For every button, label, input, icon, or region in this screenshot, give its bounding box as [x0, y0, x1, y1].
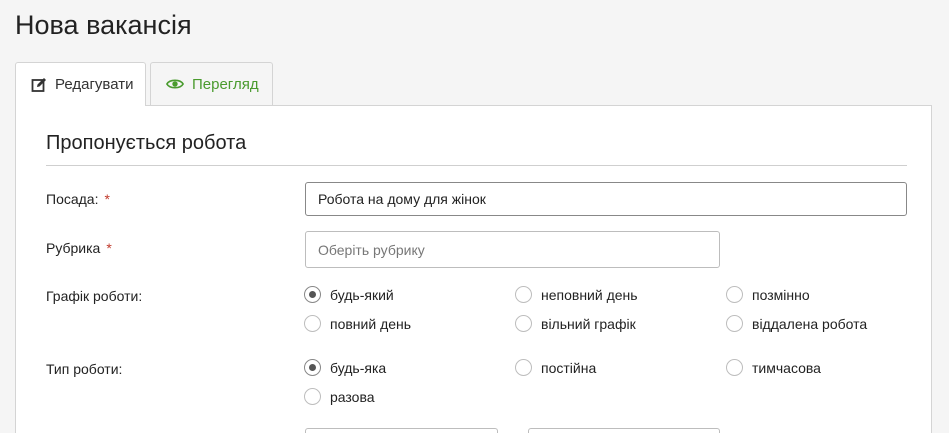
radio-unchecked[interactable] — [726, 315, 743, 332]
radio-unchecked[interactable] — [515, 315, 532, 332]
required-mark: * — [106, 240, 112, 256]
radio-label: тимчасова — [752, 359, 821, 376]
radio-label: вільний графік — [541, 315, 636, 332]
work-type-option-one-time[interactable]: разова — [304, 388, 375, 405]
position-label: Посада: * — [46, 191, 110, 207]
required-mark: * — [104, 191, 110, 207]
schedule-option-any[interactable]: будь-який — [304, 286, 394, 303]
section-title: Пропонується робота — [46, 132, 247, 154]
edit-icon — [31, 76, 47, 94]
tab-edit[interactable]: Редагувати — [15, 62, 146, 106]
salary-to-input[interactable] — [528, 428, 720, 433]
schedule-label: Графік роботи: — [46, 288, 143, 304]
eye-icon — [166, 75, 184, 93]
schedule-option-full-day[interactable]: повний день — [304, 315, 411, 332]
schedule-option-part-time[interactable]: неповний день — [515, 286, 638, 303]
category-select[interactable] — [305, 231, 720, 268]
radio-label: разова — [330, 388, 375, 405]
radio-label: будь-який — [330, 286, 394, 303]
category-label-text: Рубрика — [46, 240, 101, 256]
position-input[interactable] — [305, 182, 907, 216]
salary-from-input[interactable] — [305, 428, 498, 433]
radio-unchecked[interactable] — [304, 315, 321, 332]
section-divider — [46, 165, 907, 166]
form-panel: Пропонується робота Посада: * Рубрика * Гр… — [15, 105, 932, 433]
radio-checked[interactable] — [304, 286, 321, 303]
radio-label: постійна — [541, 359, 597, 376]
tab-preview-label: Перегляд — [192, 75, 259, 93]
schedule-option-flexible[interactable]: вільний графік — [515, 315, 636, 332]
radio-label: неповний день — [541, 286, 638, 303]
radio-label: будь-яка — [330, 359, 387, 376]
radio-label: віддалена робота — [752, 315, 868, 332]
radio-checked[interactable] — [304, 359, 321, 376]
position-label-text: Посада: — [46, 191, 99, 207]
tab-bar: Редагувати Перегляд — [15, 62, 277, 106]
radio-unchecked[interactable] — [726, 286, 743, 303]
radio-unchecked[interactable] — [304, 388, 321, 405]
schedule-option-remote[interactable]: віддалена робота — [726, 315, 867, 332]
schedule-option-shifts[interactable]: позмінно — [726, 286, 810, 303]
work-type-option-permanent[interactable]: постійна — [515, 359, 596, 376]
work-type-option-any[interactable]: будь-яка — [304, 359, 386, 376]
radio-unchecked[interactable] — [726, 359, 743, 376]
radio-label: повний день — [330, 315, 412, 332]
work-type-option-temporary[interactable]: тимчасова — [726, 359, 821, 376]
tab-preview[interactable]: Перегляд — [150, 62, 273, 105]
radio-label: позмінно — [752, 286, 810, 303]
radio-unchecked[interactable] — [515, 286, 532, 303]
work-type-label: Тип роботи: — [46, 361, 123, 377]
page-title: Нова вакансія — [15, 10, 192, 40]
category-label: Рубрика * — [46, 240, 112, 256]
tab-edit-label: Редагувати — [55, 76, 134, 93]
radio-unchecked[interactable] — [515, 359, 532, 376]
